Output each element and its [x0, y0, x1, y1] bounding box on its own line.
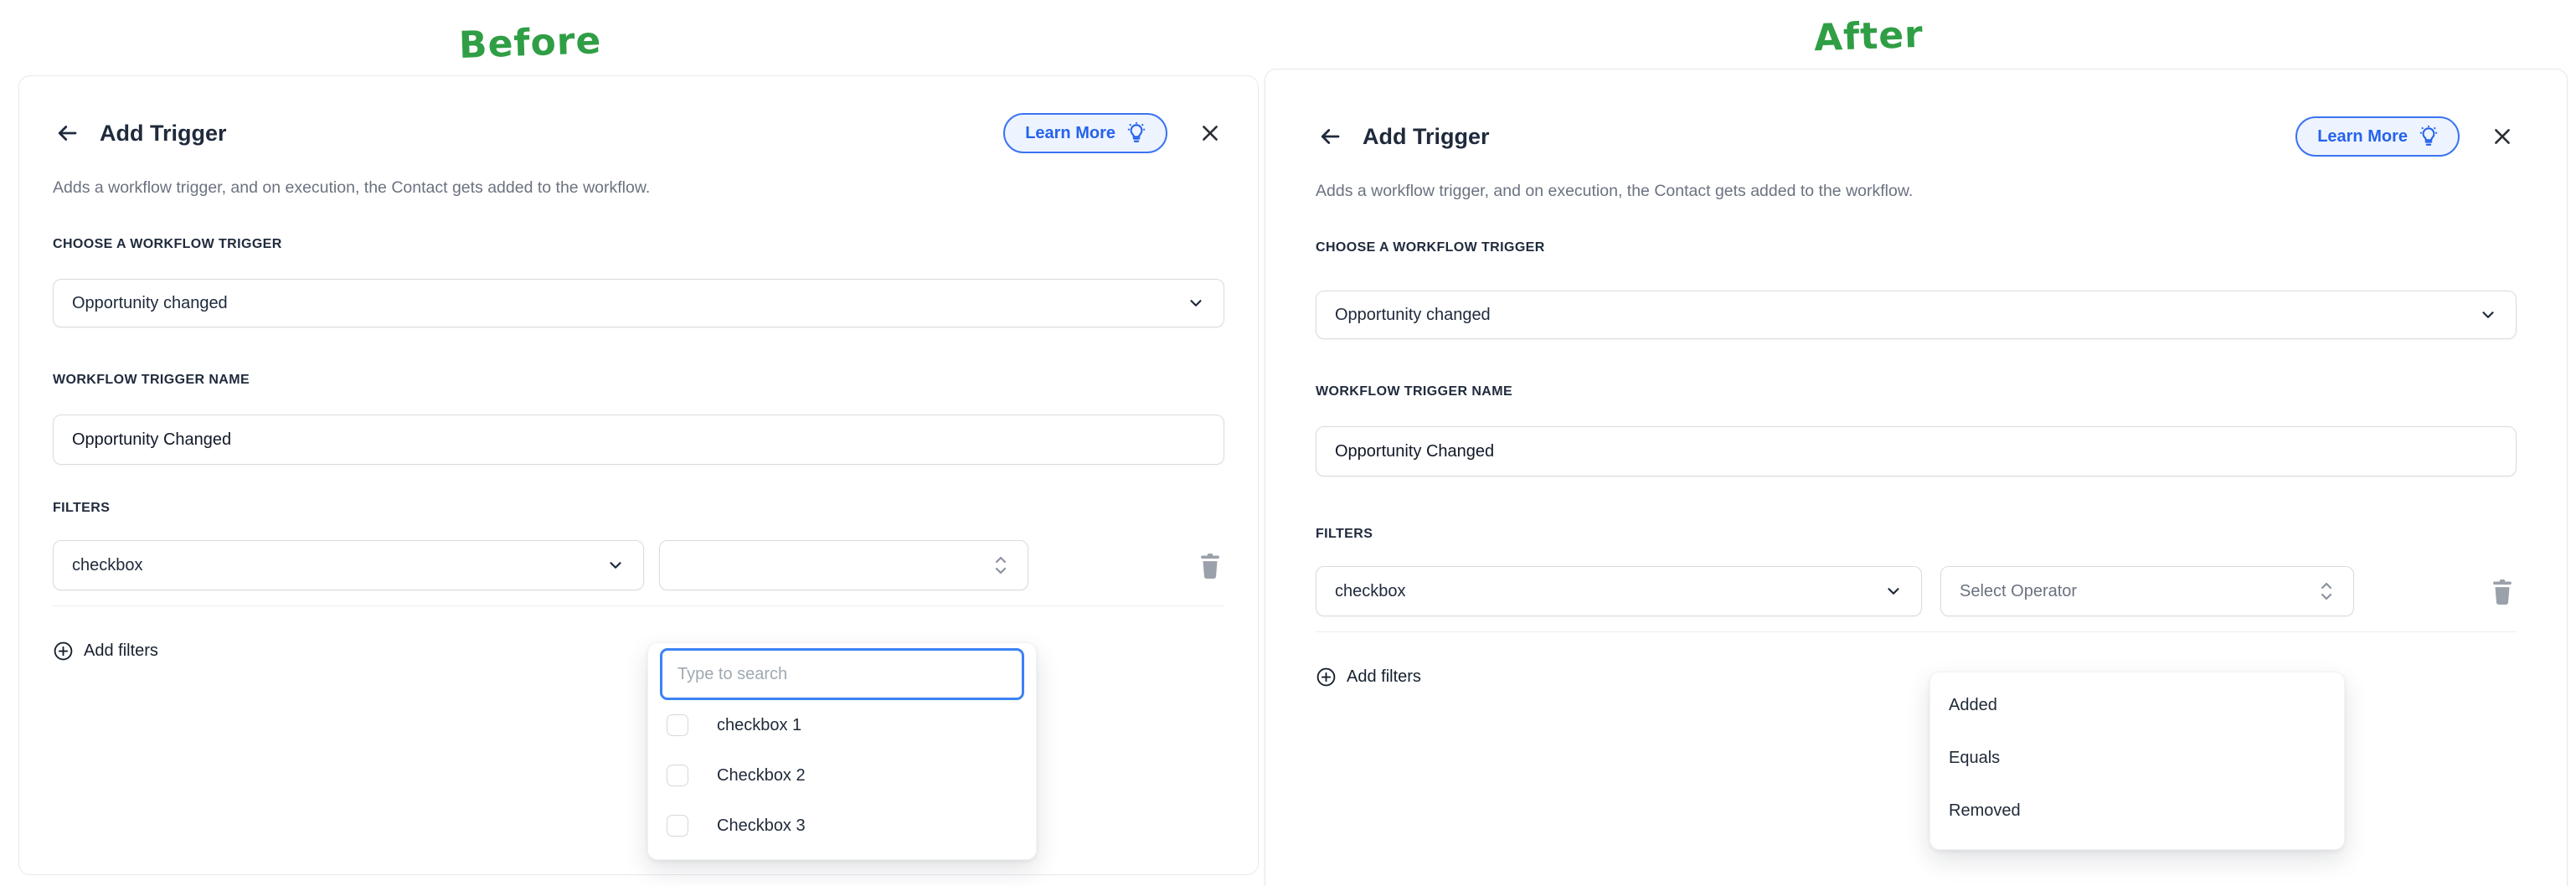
- before-annotation: Before: [458, 19, 602, 67]
- dropdown-option[interactable]: Checkbox 3: [660, 801, 1024, 851]
- option-label: Checkbox 3: [717, 816, 806, 836]
- trigger-name-input[interactable]: [72, 430, 1205, 450]
- trigger-name-field: [1316, 426, 2517, 476]
- add-filters-label: Add filters: [84, 641, 158, 661]
- workflow-trigger-value: Opportunity changed: [72, 294, 228, 313]
- panel-header: Add Trigger Learn More: [1316, 116, 2517, 157]
- dropdown-option[interactable]: Added: [1930, 679, 2344, 732]
- filter-row: checkbox: [53, 540, 1224, 590]
- dropdown-search-field: [660, 648, 1024, 700]
- filter-row: checkbox Select Operator: [1316, 566, 2517, 616]
- trigger-name-field: [53, 415, 1224, 465]
- dropdown-option[interactable]: Equals: [1930, 732, 2344, 785]
- filter-field-select[interactable]: checkbox: [1316, 566, 1922, 616]
- filter-operator-select[interactable]: [659, 540, 1028, 590]
- chevrons-up-down-icon: [2318, 580, 2335, 602]
- add-filters-button[interactable]: Add filters: [1316, 662, 1421, 691]
- trigger-name-label: WORKFLOW TRIGGER NAME: [53, 373, 1224, 391]
- filter-operator-value: Select Operator: [1960, 582, 2077, 601]
- dropdown-option[interactable]: Checkbox 2: [660, 750, 1024, 801]
- add-filters-label: Add filters: [1347, 667, 1421, 687]
- trigger-name-input[interactable]: [1335, 442, 2497, 461]
- option-label: Removed: [1949, 801, 2021, 821]
- section-divider: [1316, 631, 2517, 632]
- lightbulb-icon: [1126, 122, 1147, 144]
- checkbox-icon[interactable]: [667, 714, 688, 736]
- learn-more-button[interactable]: Learn More: [2295, 116, 2460, 157]
- add-filters-button[interactable]: Add filters: [53, 636, 158, 665]
- x-icon: [1199, 122, 1221, 144]
- trash-icon: [1198, 551, 1223, 580]
- back-button[interactable]: [1316, 122, 1344, 151]
- option-label: Checkbox 2: [717, 766, 806, 786]
- arrow-left-icon: [1317, 124, 1342, 149]
- close-button[interactable]: [2488, 122, 2517, 151]
- option-label: Added: [1949, 696, 1997, 715]
- lightbulb-icon: [2418, 126, 2439, 147]
- trigger-name-label: WORKFLOW TRIGGER NAME: [1316, 384, 2517, 403]
- filter-field-value: checkbox: [72, 556, 143, 575]
- checkbox-icon[interactable]: [667, 765, 688, 786]
- workflow-trigger-select[interactable]: Opportunity changed: [1316, 291, 2517, 339]
- back-button[interactable]: [53, 119, 81, 147]
- filter-field-value: checkbox: [1335, 582, 1406, 601]
- learn-more-label: Learn More: [2317, 127, 2408, 147]
- filters-label: FILTERS: [1316, 527, 2517, 545]
- plus-circle-icon: [53, 641, 74, 662]
- close-button[interactable]: [1196, 119, 1224, 147]
- panel-header: Add Trigger Learn More: [53, 113, 1224, 153]
- arrow-left-icon: [54, 121, 80, 146]
- workflow-trigger-label: CHOOSE A WORKFLOW TRIGGER: [53, 237, 1224, 255]
- page-title: Add Trigger: [1363, 124, 1490, 150]
- comparison-screenshot: Before After Add Trigger Learn More: [0, 0, 2576, 886]
- checkbox-icon[interactable]: [667, 815, 688, 837]
- add-trigger-panel-before: Add Trigger Learn More Adds a workflow t…: [18, 75, 1259, 875]
- option-label: checkbox 1: [717, 716, 801, 735]
- learn-more-label: Learn More: [1025, 124, 1115, 143]
- operator-dropdown: Added Equals Removed: [1929, 672, 2345, 850]
- filters-label: FILTERS: [53, 501, 1224, 519]
- panel-description: Adds a workflow trigger, and on executio…: [1316, 182, 2517, 202]
- after-annotation: After: [1813, 13, 1924, 60]
- trash-icon: [2490, 577, 2515, 605]
- filter-value-dropdown: checkbox 1 Checkbox 2 Checkbox 3: [647, 642, 1037, 860]
- workflow-trigger-value: Opportunity changed: [1335, 306, 1491, 325]
- dropdown-option[interactable]: Removed: [1930, 785, 2344, 837]
- delete-filter-button[interactable]: [2488, 574, 2517, 608]
- chevron-down-icon: [2479, 306, 2497, 324]
- add-trigger-panel-after: Add Trigger Learn More Adds a workflow t…: [1265, 69, 2568, 886]
- panel-description: Adds a workflow trigger, and on executio…: [53, 178, 1224, 198]
- chevron-down-icon: [1187, 294, 1205, 312]
- option-label: Equals: [1949, 749, 2000, 768]
- learn-more-button[interactable]: Learn More: [1003, 113, 1167, 153]
- chevron-down-icon: [1884, 582, 1903, 600]
- workflow-trigger-label: CHOOSE A WORKFLOW TRIGGER: [1316, 240, 2517, 259]
- delete-filter-button[interactable]: [1196, 549, 1224, 582]
- plus-circle-icon: [1316, 667, 1337, 688]
- page-title: Add Trigger: [100, 121, 227, 147]
- chevrons-up-down-icon: [992, 554, 1009, 576]
- dropdown-search-input[interactable]: [677, 665, 1007, 684]
- chevron-down-icon: [606, 556, 625, 574]
- workflow-trigger-select[interactable]: Opportunity changed: [53, 279, 1224, 327]
- filter-field-select[interactable]: checkbox: [53, 540, 644, 590]
- filter-operator-select[interactable]: Select Operator: [1940, 566, 2354, 616]
- section-divider: [53, 605, 1224, 606]
- x-icon: [2491, 126, 2513, 147]
- dropdown-option[interactable]: checkbox 1: [660, 700, 1024, 750]
